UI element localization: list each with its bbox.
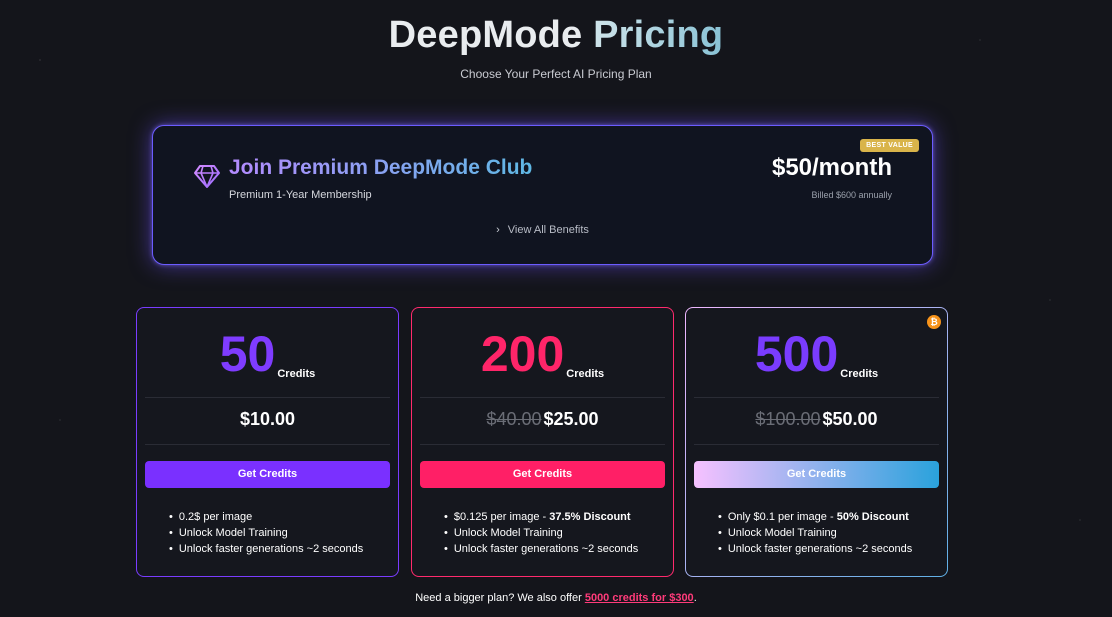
premium-title: Join Premium DeepMode Club	[229, 156, 533, 179]
plan-features: $0.125 per image - 37.5% Discount Unlock…	[444, 509, 638, 557]
premium-billed-note: Billed $600 annually	[811, 190, 892, 200]
page-title: DeepMode Pricing	[0, 14, 1112, 57]
plan-price: $10.00	[137, 409, 398, 430]
plan-current-price: $10.00	[239, 409, 296, 429]
bigger-plan-link[interactable]: 5000 credits for $300	[585, 592, 694, 604]
footer-suffix: .	[693, 592, 697, 604]
feature-item: Unlock faster generations ~2 seconds	[169, 541, 363, 557]
feature-item: Unlock Model Training	[169, 525, 363, 541]
page-title-part1: DeepMode	[388, 14, 583, 56]
premium-club-card[interactable]: Join Premium DeepMode Club Premium 1-Yea…	[152, 125, 933, 265]
feature-item: 0.2$ per image	[169, 509, 363, 525]
divider	[694, 444, 939, 445]
plan-credits-amount: 200	[480, 326, 565, 382]
feature-item: Unlock Model Training	[444, 525, 638, 541]
feature-discount: 50% Discount	[836, 511, 909, 523]
plan-old-price: $40.00	[486, 409, 542, 429]
divider	[145, 444, 390, 445]
plan-current-price: $25.00	[543, 409, 599, 429]
feature-discount: 37.5% Discount	[549, 511, 631, 523]
plan-credits-label: Credits	[277, 368, 316, 380]
view-all-benefits-link[interactable]: › View All Benefits	[153, 224, 932, 236]
plan-credits-label: Credits	[840, 368, 879, 380]
premium-subtitle: Premium 1-Year Membership	[229, 189, 372, 201]
feature-text: Only $0.1 per image -	[727, 511, 837, 523]
chevron-right-icon: ›	[496, 224, 500, 236]
view-all-benefits-label: View All Benefits	[507, 224, 589, 236]
diamond-icon	[194, 165, 220, 188]
plan-credits-amount: 50	[219, 326, 276, 382]
plan-credits: 50 Credits	[137, 326, 398, 382]
get-credits-button[interactable]: Get Credits	[694, 461, 939, 488]
plan-price: $100.00 $50.00	[686, 409, 947, 430]
plan-card-50: 50Credits $10.00 Get Credits 0.2$ per im…	[136, 307, 399, 577]
footer-text: Need a bigger plan? We also offer	[415, 592, 585, 604]
get-credits-button[interactable]: Get Credits	[145, 461, 390, 488]
premium-price: $50/month	[771, 154, 892, 181]
plan-credits: 200 Credits	[412, 326, 673, 382]
plan-current-price: $50.00	[822, 409, 878, 429]
feature-item: Unlock Model Training	[718, 525, 912, 541]
footer-note: Need a bigger plan? We also offer 5000 c…	[0, 592, 1112, 604]
best-value-badge: BEST VALUE	[860, 139, 919, 152]
divider	[694, 397, 939, 398]
page-title-part2: Pricing	[593, 14, 724, 56]
plan-credits-label: Credits	[566, 368, 605, 380]
divider	[145, 397, 390, 398]
feature-item: Only $0.1 per image - 50% Discount	[718, 509, 912, 525]
feature-item: Unlock faster generations ~2 seconds	[718, 541, 912, 557]
plan-card-500: ₿ 500Credits $100.00$50.00 Get Credits O…	[685, 307, 948, 577]
feature-item: Unlock faster generations ~2 seconds	[444, 541, 638, 557]
plan-old-price: $100.00	[755, 409, 821, 429]
plan-features: 0.2$ per image Unlock Model Training Unl…	[169, 509, 363, 557]
plan-features: Only $0.1 per image - 50% Discount Unloc…	[718, 509, 912, 557]
divider	[420, 444, 665, 445]
feature-text: $0.125 per image -	[453, 511, 550, 523]
get-credits-button[interactable]: Get Credits	[420, 461, 665, 488]
feature-item: $0.125 per image - 37.5% Discount	[444, 509, 638, 525]
divider	[420, 397, 665, 398]
plan-credits-amount: 500	[754, 326, 839, 382]
plan-credits: 500 Credits	[686, 326, 947, 382]
page-subtitle: Choose Your Perfect AI Pricing Plan	[460, 67, 652, 81]
plan-card-200: 200Credits $40.00$25.00 Get Credits $0.1…	[411, 307, 674, 577]
plan-price: $40.00 $25.00	[412, 409, 673, 430]
